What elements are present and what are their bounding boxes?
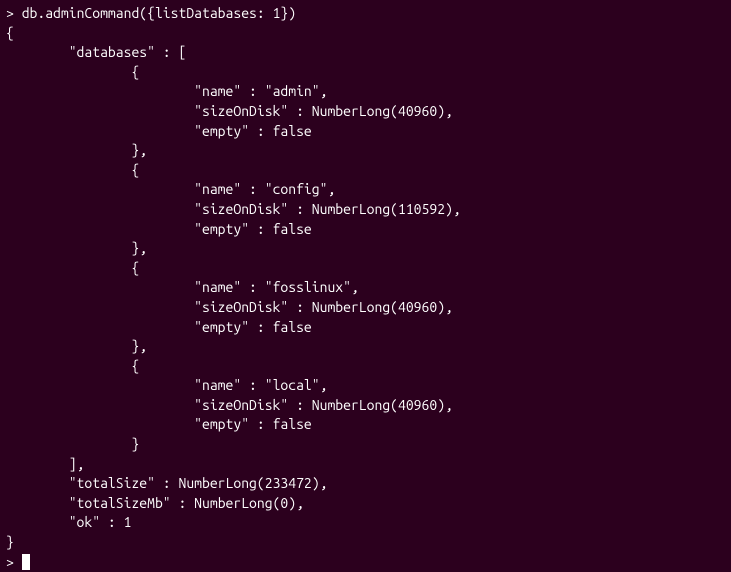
db-2-open: { bbox=[6, 260, 139, 276]
db-1-size: "sizeOnDisk" : NumberLong(110592), bbox=[6, 201, 461, 217]
db-1-name: "name" : "config", bbox=[6, 181, 335, 197]
prompt-char: > bbox=[6, 5, 22, 21]
db-2-size: "sizeOnDisk" : NumberLong(40960), bbox=[6, 299, 453, 315]
total-size-mb: "totalSizeMb" : NumberLong(0), bbox=[6, 495, 304, 511]
db-0-size: "sizeOnDisk" : NumberLong(40960), bbox=[6, 103, 453, 119]
db-0-empty: "empty" : false bbox=[6, 123, 312, 139]
db-3-size: "sizeOnDisk" : NumberLong(40960), bbox=[6, 397, 453, 413]
db-1-open: { bbox=[6, 162, 139, 178]
command-line: db.adminCommand({listDatabases: 1}) bbox=[22, 5, 296, 21]
cursor-icon bbox=[22, 554, 30, 570]
db-0-open: { bbox=[6, 64, 139, 80]
db-0-close: }, bbox=[6, 142, 147, 158]
next-prompt[interactable]: > bbox=[6, 554, 22, 570]
db-1-empty: "empty" : false bbox=[6, 221, 312, 237]
output-open-brace: { bbox=[6, 25, 14, 41]
output-close-brace: } bbox=[6, 534, 14, 550]
ok: "ok" : 1 bbox=[6, 514, 131, 530]
db-3-empty: "empty" : false bbox=[6, 416, 312, 432]
db-1-close: }, bbox=[6, 240, 147, 256]
db-0-name: "name" : "admin", bbox=[6, 83, 327, 99]
db-3-close: } bbox=[6, 436, 139, 452]
db-2-close: }, bbox=[6, 338, 147, 354]
db-3-name: "name" : "local", bbox=[6, 377, 327, 393]
terminal-output: > db.adminCommand({listDatabases: 1}) { … bbox=[6, 4, 725, 572]
db-2-name: "name" : "fosslinux", bbox=[6, 279, 359, 295]
databases-close: ], bbox=[6, 456, 84, 472]
db-3-open: { bbox=[6, 358, 139, 374]
total-size: "totalSize" : NumberLong(233472), bbox=[6, 475, 327, 491]
databases-key: "databases" : [ bbox=[6, 44, 186, 60]
db-2-empty: "empty" : false bbox=[6, 319, 312, 335]
